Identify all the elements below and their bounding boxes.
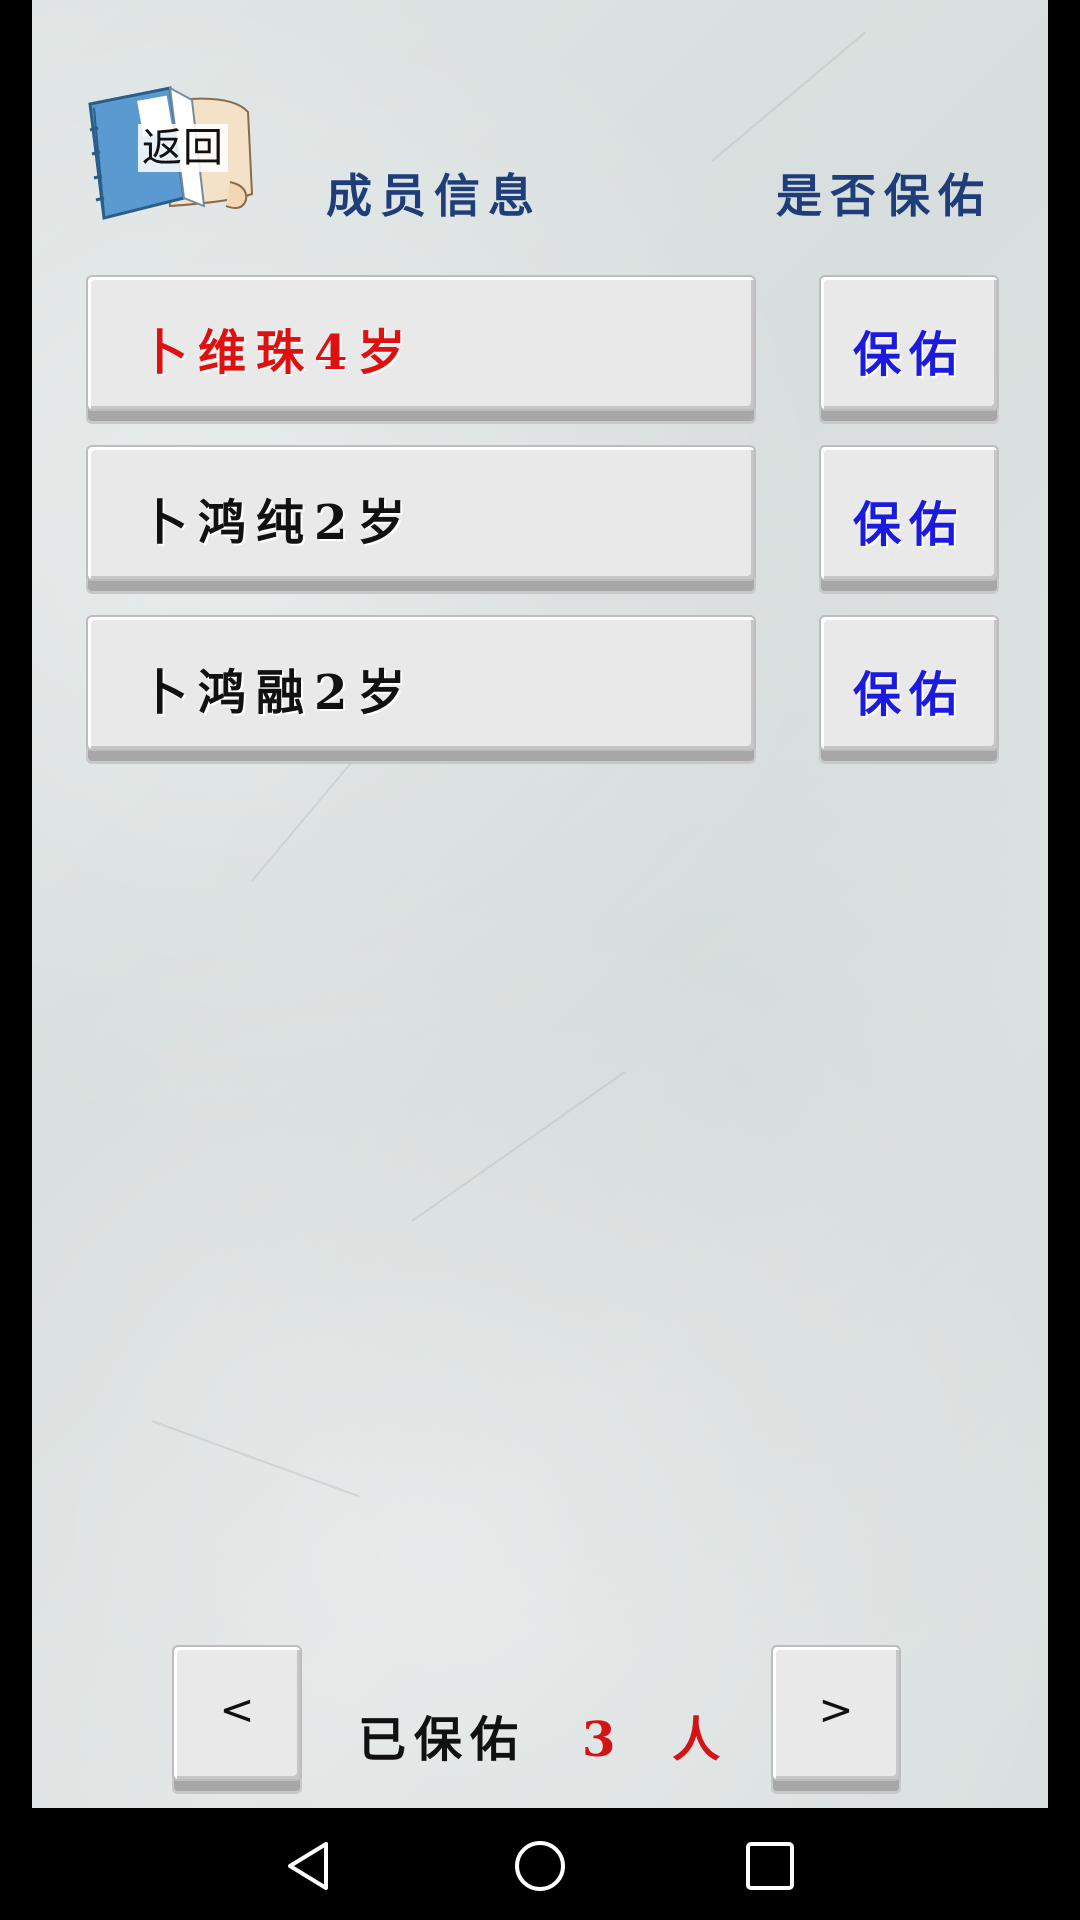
protected-count: 3 人: [582, 1712, 741, 1768]
protect-button-label: 保佑: [852, 667, 965, 723]
protect-button-label: 保佑: [852, 497, 965, 553]
prev-page-button[interactable]: <: [172, 1645, 302, 1781]
back-button[interactable]: 返回: [80, 82, 260, 222]
paper-crease: [711, 31, 866, 162]
game-screen: 返回 成员信息 是否保佑 卜维珠4岁 保佑 卜鸿纯2岁 保佑 卜鸿融2岁 保佑 …: [32, 0, 1048, 1808]
next-page-button[interactable]: >: [771, 1645, 901, 1781]
protect-button-label: 保佑: [852, 327, 965, 383]
protect-button[interactable]: 保佑: [819, 275, 999, 411]
member-name: 卜鸿融2岁: [140, 665, 416, 721]
paper-crease: [151, 1420, 360, 1498]
prev-page-label: <: [219, 1685, 255, 1734]
back-label: 返回: [138, 124, 228, 172]
paper-crease: [411, 1071, 626, 1222]
member-row[interactable]: 卜鸿融2岁: [86, 615, 756, 751]
protected-label: 已保佑: [358, 1712, 527, 1768]
member-info-header: 成员信息: [326, 169, 542, 223]
member-row[interactable]: 卜维珠4岁: [86, 275, 756, 411]
protect-button[interactable]: 保佑: [819, 445, 999, 581]
back-triangle-icon[interactable]: [280, 1838, 336, 1894]
member-name: 卜鸿纯2岁: [140, 495, 416, 551]
protect-button[interactable]: 保佑: [819, 615, 999, 751]
protect-question-header: 是否保佑: [776, 169, 992, 223]
paper-crease: [251, 742, 369, 882]
recents-square-icon[interactable]: [742, 1838, 798, 1894]
member-row[interactable]: 卜鸿纯2岁: [86, 445, 756, 581]
member-name: 卜维珠4岁: [140, 325, 416, 381]
system-nav-bar: [0, 1808, 1080, 1920]
next-page-label: >: [818, 1685, 854, 1734]
home-circle-icon[interactable]: [512, 1838, 568, 1894]
